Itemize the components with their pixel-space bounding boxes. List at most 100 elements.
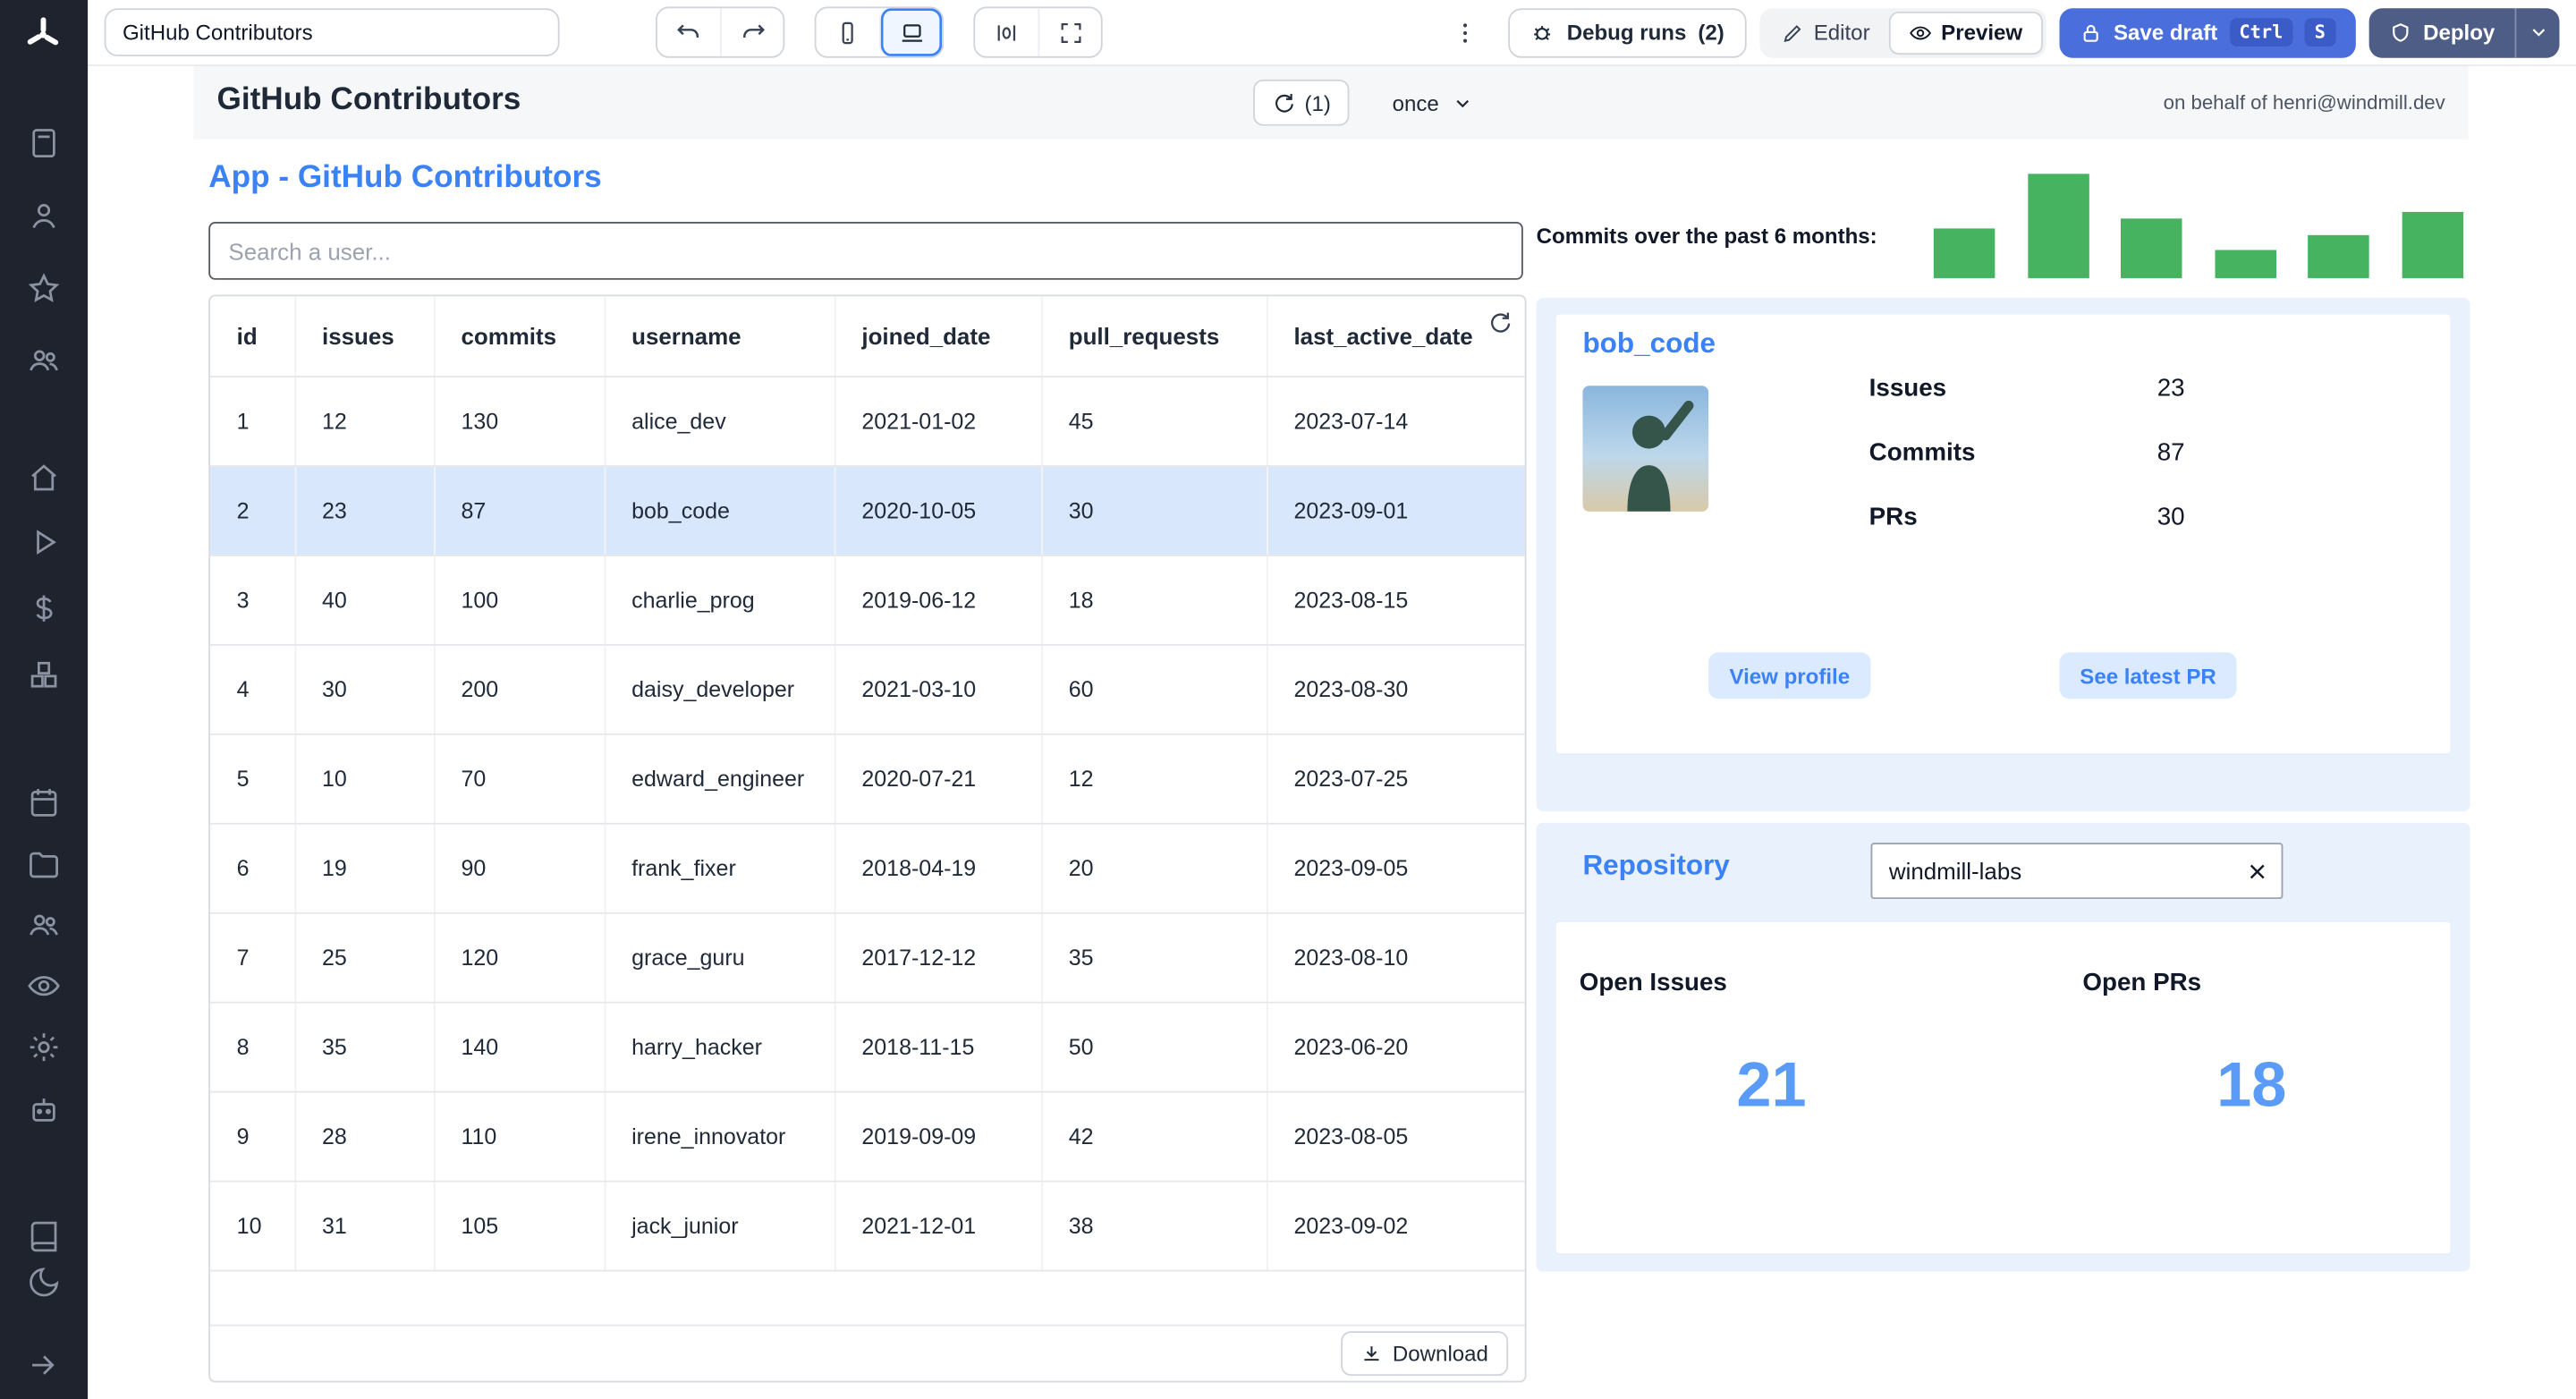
- debug-runs-button[interactable]: Debug runs (2): [1508, 7, 1746, 57]
- calendar-icon[interactable]: [23, 782, 63, 821]
- table-cell[interactable]: 2023-09-01: [1266, 466, 1525, 556]
- table-cell[interactable]: 9: [210, 1091, 296, 1183]
- table-cell[interactable]: 42: [1041, 1091, 1267, 1183]
- table-row[interactable]: 5 10 70 edward_engineer 2020-07-21 12 2023-07-…: [210, 733, 1525, 825]
- table-cell[interactable]: 8: [210, 1002, 296, 1093]
- table-cell[interactable]: 19: [294, 823, 435, 914]
- table-cell[interactable]: 3: [210, 555, 296, 646]
- table-cell[interactable]: 7: [210, 912, 296, 1004]
- star-icon[interactable]: [23, 268, 63, 308]
- table-cell[interactable]: 10: [210, 1181, 296, 1272]
- table-row[interactable]: 2 23 87 bob_code 2020-10-05 30 2023-09-01: [210, 466, 1525, 556]
- table-row[interactable]: 4 30 200 daisy_developer 2021-03-10 60 2023-08…: [210, 644, 1525, 735]
- moon-icon[interactable]: [23, 1261, 63, 1301]
- table-cell[interactable]: grace_guru: [604, 912, 835, 1004]
- table-cell[interactable]: 70: [433, 733, 606, 825]
- table-cell[interactable]: 200: [433, 644, 606, 735]
- table-cell[interactable]: alice_dev: [604, 377, 835, 467]
- mobile-view-button[interactable]: [816, 8, 878, 56]
- table-cell[interactable]: 30: [1041, 466, 1267, 556]
- table-cell[interactable]: 2019-09-09: [834, 1091, 1043, 1183]
- undo-button[interactable]: [657, 8, 720, 56]
- table-cell[interactable]: 1: [210, 377, 296, 467]
- table-cell[interactable]: 45: [1041, 377, 1267, 467]
- table-cell[interactable]: 2020-07-21: [834, 733, 1043, 825]
- table-cell[interactable]: 28: [294, 1091, 435, 1183]
- table-cell[interactable]: jack_junior: [604, 1181, 835, 1272]
- table-cell[interactable]: 2023-09-05: [1266, 823, 1525, 914]
- table-cell[interactable]: 2018-04-19: [834, 823, 1043, 914]
- table-cell[interactable]: 60: [1041, 644, 1267, 735]
- deploy-dropdown-button[interactable]: [2514, 7, 2560, 57]
- table-cell[interactable]: 12: [1041, 733, 1267, 825]
- table-cell[interactable]: 2023-08-05: [1266, 1091, 1525, 1183]
- table-cell[interactable]: 2018-11-15: [834, 1002, 1043, 1093]
- eye-icon[interactable]: [23, 965, 63, 1005]
- calculator-icon[interactable]: [23, 123, 63, 162]
- fullscreen-button[interactable]: [1038, 8, 1101, 56]
- schedule-select[interactable]: once: [1379, 80, 1487, 126]
- table-cell[interactable]: 20: [1041, 823, 1267, 914]
- table-cell[interactable]: 2023-07-25: [1266, 733, 1525, 825]
- more-menu-button[interactable]: [1446, 9, 1486, 55]
- refresh-app-button[interactable]: (1): [1253, 79, 1350, 126]
- app-title-input[interactable]: [104, 8, 560, 56]
- see-latest-pr-button[interactable]: See latest PR: [2059, 652, 2237, 700]
- table-row[interactable]: 1 12 130 alice_dev 2021-01-02 45 2023-07-14: [210, 377, 1525, 467]
- table-cell[interactable]: 23: [294, 466, 435, 556]
- table-cell[interactable]: 87: [433, 466, 606, 556]
- collapse-arrow-icon[interactable]: [23, 1344, 63, 1384]
- home-icon[interactable]: [23, 457, 63, 496]
- table-cell[interactable]: 105: [433, 1181, 606, 1272]
- table-row[interactable]: 8 35 140 harry_hacker 2018-11-15 50 2023-06-20: [210, 1002, 1525, 1093]
- users-icon[interactable]: [23, 339, 63, 378]
- table-cell[interactable]: 2023-08-30: [1266, 644, 1525, 735]
- table-cell[interactable]: 2019-06-12: [834, 555, 1043, 646]
- column-header-pull_requests[interactable]: pull_requests: [1041, 296, 1267, 377]
- table-cell[interactable]: charlie_prog: [604, 555, 835, 646]
- table-cell[interactable]: harry_hacker: [604, 1002, 835, 1093]
- download-button[interactable]: Download: [1341, 1331, 1509, 1377]
- table-cell[interactable]: 4: [210, 644, 296, 735]
- table-cell[interactable]: 2: [210, 466, 296, 556]
- table-cell[interactable]: 2017-12-12: [834, 912, 1043, 1004]
- group-icon[interactable]: [23, 904, 63, 944]
- table-cell[interactable]: bob_code: [604, 466, 835, 556]
- table-cell[interactable]: 18: [1041, 555, 1267, 646]
- column-header-issues[interactable]: issues: [294, 296, 435, 377]
- table-refresh-button[interactable]: [1483, 306, 1513, 335]
- table-cell[interactable]: 2020-10-05: [834, 466, 1043, 556]
- table-cell[interactable]: 2023-09-02: [1266, 1181, 1525, 1272]
- table-cell[interactable]: 5: [210, 733, 296, 825]
- repository-input[interactable]: [1872, 857, 2233, 885]
- table-cell[interactable]: 30: [294, 644, 435, 735]
- table-cell[interactable]: 110: [433, 1091, 606, 1183]
- table-cell[interactable]: 6: [210, 823, 296, 914]
- table-cell[interactable]: 2023-07-14: [1266, 377, 1525, 467]
- table-cell[interactable]: daisy_developer: [604, 644, 835, 735]
- table-cell[interactable]: irene_innovator: [604, 1091, 835, 1183]
- table-cell[interactable]: 35: [294, 1002, 435, 1093]
- desktop-view-button[interactable]: [878, 8, 943, 56]
- table-cell[interactable]: 2023-08-10: [1266, 912, 1525, 1004]
- dollar-icon[interactable]: [23, 588, 63, 627]
- table-cell[interactable]: 50: [1041, 1002, 1267, 1093]
- column-header-joined_date[interactable]: joined_date: [834, 296, 1043, 377]
- table-cell[interactable]: 120: [433, 912, 606, 1004]
- bot-icon[interactable]: [23, 1090, 63, 1129]
- table-cell[interactable]: 2023-08-15: [1266, 555, 1525, 646]
- grid-alignment-button[interactable]: [975, 8, 1038, 56]
- windmill-logo-icon[interactable]: [23, 15, 63, 55]
- table-cell[interactable]: edward_engineer: [604, 733, 835, 825]
- table-row[interactable]: 6 19 90 frank_fixer 2018-04-19 20 2023-09-05: [210, 823, 1525, 914]
- table-cell[interactable]: 35: [1041, 912, 1267, 1004]
- deploy-button[interactable]: Deploy: [2368, 7, 2515, 57]
- column-header-username[interactable]: username: [604, 296, 835, 377]
- table-cell[interactable]: 10: [294, 733, 435, 825]
- table-cell[interactable]: 2023-06-20: [1266, 1002, 1525, 1093]
- table-cell[interactable]: 40: [294, 555, 435, 646]
- table-row[interactable]: 10 31 105 jack_junior 2021-12-01 38 2023-09-02: [210, 1181, 1525, 1272]
- table-cell[interactable]: 2021-01-02: [834, 377, 1043, 467]
- save-draft-button[interactable]: Save draft Ctrl S: [2058, 7, 2356, 57]
- redo-button[interactable]: [720, 8, 783, 56]
